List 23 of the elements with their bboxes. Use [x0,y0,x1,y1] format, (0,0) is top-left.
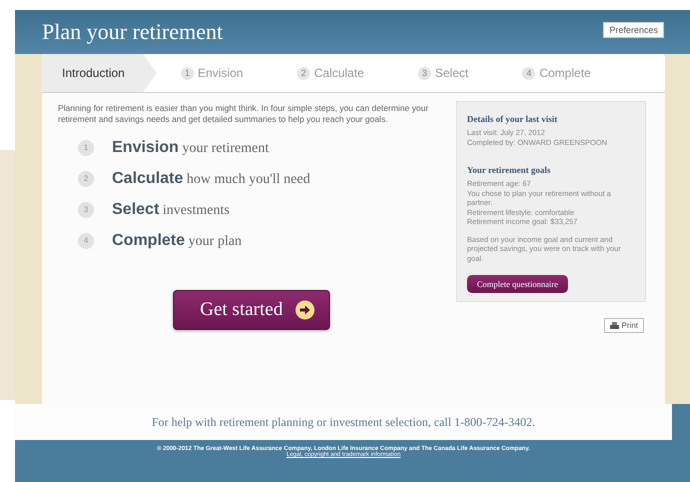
step-number-badge: 2 [297,66,310,80]
print-button[interactable]: Print [604,318,644,333]
page-title: Plan your retirement [42,19,223,45]
step-number-badge: 4 [78,233,94,249]
section-heading: Details of your last visit [467,114,558,124]
step-text: Calculate how much you'll need [112,170,310,188]
step-number-badge: 1 [180,66,194,80]
step-number-badge: 3 [78,202,94,218]
printer-icon [610,322,619,330]
help-text: For help with retirement planning or investment selection, call 1-800-724-3402. [152,414,536,430]
step-tab[interactable]: Introduction [42,54,157,92]
get-started-button[interactable]: Get started [173,290,330,330]
step-number-badge: 1 [78,140,94,156]
step-text: Select investments [112,201,230,219]
intro-paragraph: Planning for retirement is easier than you might think. In four simple steps, you can determine your retirement and savings needs and get detailed summaries to help you reach your goals. [58,103,430,125]
step-number-badge: 4 [522,66,536,80]
complete-questionnaire-button[interactable]: Complete questionnaire [467,275,568,293]
step-number-badge: 3 [418,66,432,80]
step-text: Envision your retirement [112,139,269,157]
section-heading: Your retirement goals [467,165,552,175]
preferences-button[interactable]: Preferences [603,22,664,38]
step-number-badge: 2 [78,171,94,187]
step-text: Complete your plan [112,232,242,250]
